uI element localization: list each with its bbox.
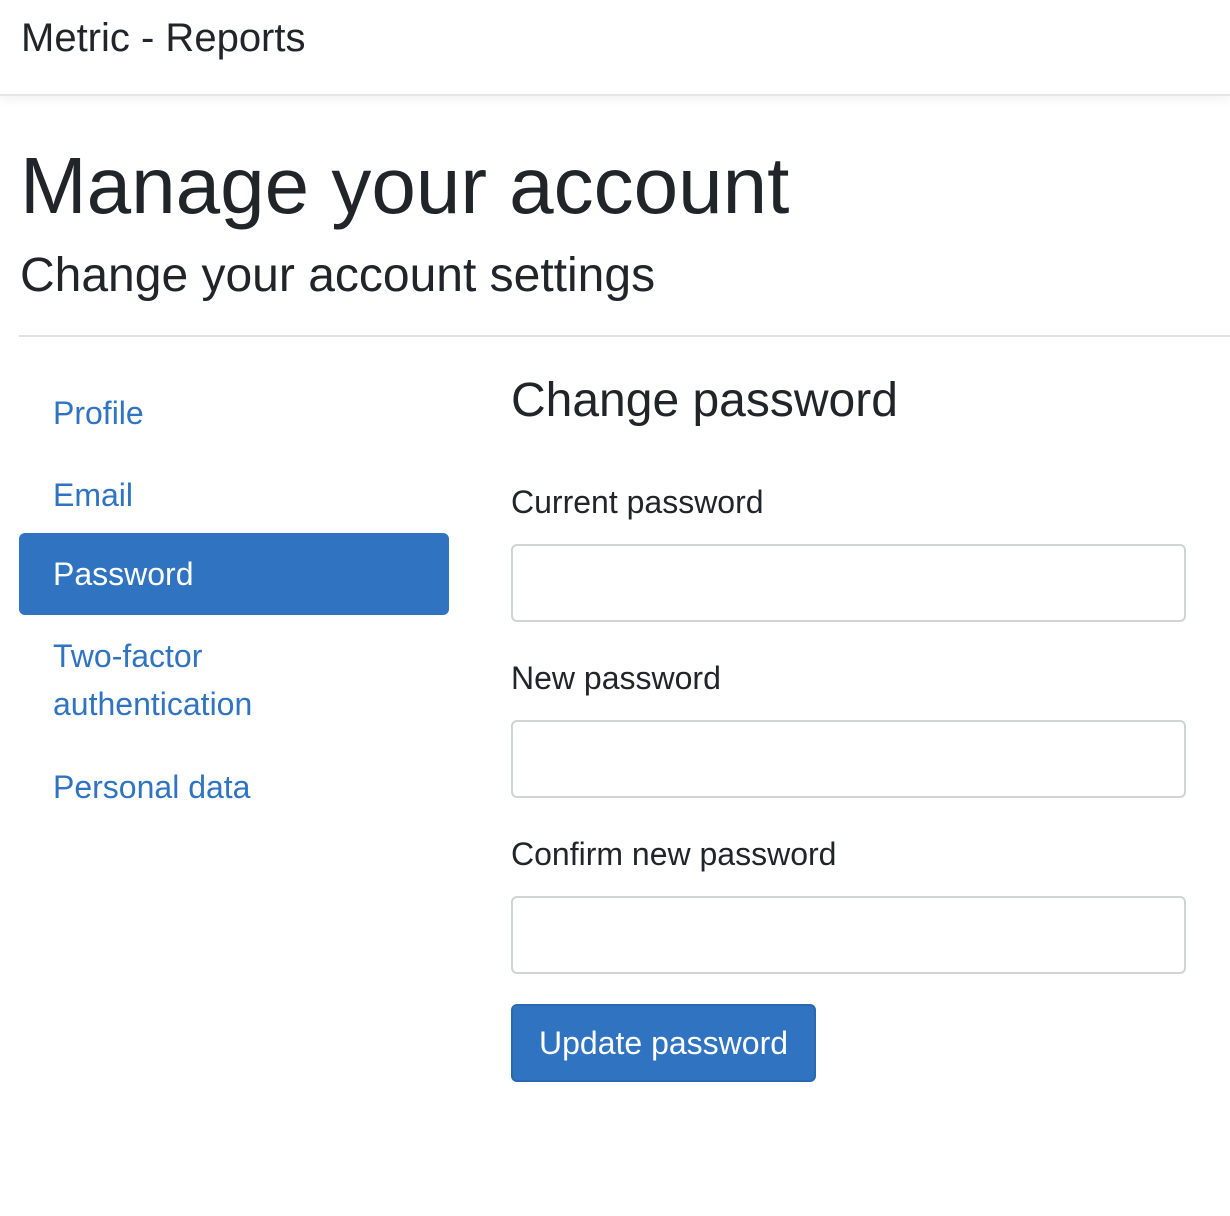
current-password-group: Current password	[511, 480, 1186, 622]
sidebar-item-profile: Profile	[19, 371, 449, 453]
confirm-password-input[interactable]	[511, 896, 1186, 974]
sidebar-item-two-factor: Two-factor authentication	[19, 615, 449, 745]
page-title: Manage your account	[20, 141, 790, 230]
current-password-input[interactable]	[511, 544, 1186, 622]
sidebar-link-password[interactable]: Password	[19, 533, 449, 615]
new-password-group: New password	[511, 656, 1186, 798]
current-password-label: Current password	[511, 484, 764, 520]
header-divider	[19, 335, 1230, 337]
sidebar-item-personal-data: Personal data	[19, 745, 449, 829]
sidebar-link-profile[interactable]: Profile	[19, 371, 449, 455]
sidebar-link-email[interactable]: Email	[19, 453, 449, 537]
sidebar-link-two-factor[interactable]: Two-factor authentication	[19, 615, 279, 746]
new-password-input[interactable]	[511, 720, 1186, 798]
new-password-label: New password	[511, 660, 721, 696]
sidebar-item-email: Email	[19, 453, 449, 533]
confirm-password-group: Confirm new password	[511, 832, 1186, 974]
page-subtitle: Change your account settings	[20, 249, 656, 302]
change-password-section: Change password Current password New pas…	[511, 366, 1186, 1082]
account-sidebar-nav: Profile Email Password Two-factor authen…	[19, 371, 449, 829]
sidebar-item-password: Password	[19, 533, 449, 615]
top-navbar: Metric - Reports	[0, 0, 1230, 96]
sidebar-link-personal-data[interactable]: Personal data	[19, 745, 449, 829]
update-password-button[interactable]: Update password	[511, 1004, 816, 1082]
confirm-password-label: Confirm new password	[511, 836, 837, 872]
section-title: Change password	[511, 374, 898, 427]
brand-link[interactable]: Metric - Reports	[21, 14, 306, 62]
